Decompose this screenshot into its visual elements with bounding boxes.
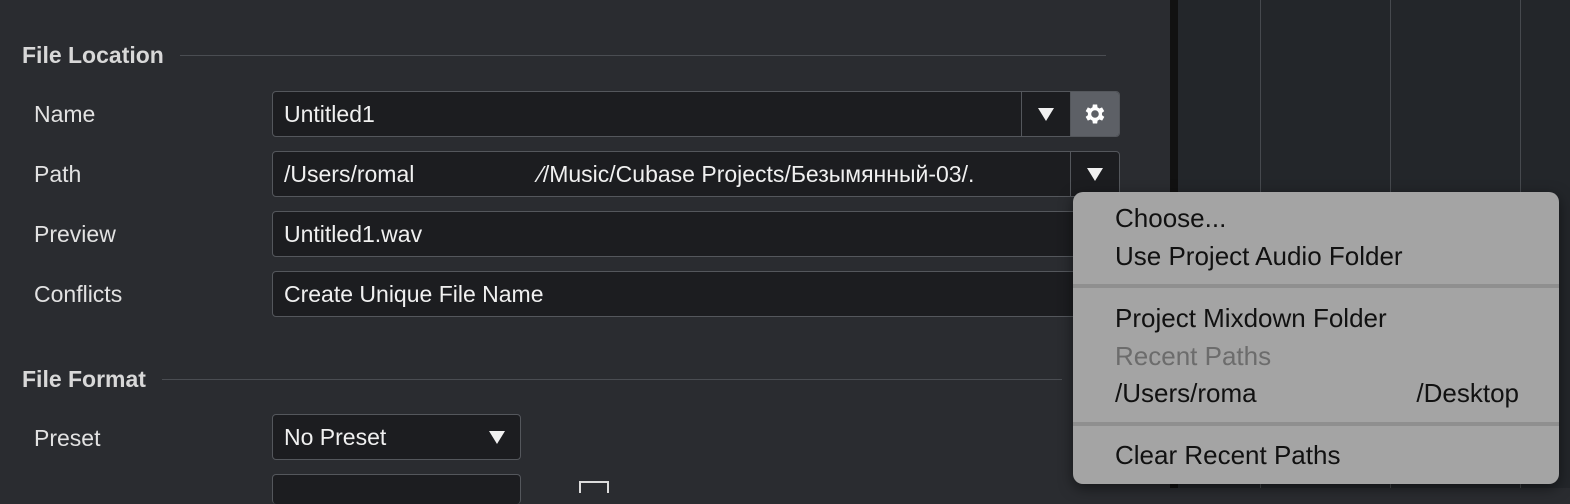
conflicts-value[interactable]: Create Unique File Name — [273, 281, 1119, 308]
path-label: Path — [34, 160, 82, 187]
name-value[interactable]: Untitled1 — [273, 101, 1021, 128]
menu-separator — [1073, 284, 1559, 288]
path-dropdown-menu: Choose... Use Project Audio Folder Proje… — [1073, 192, 1559, 484]
path-dropdown-button[interactable] — [1070, 152, 1119, 196]
menu-header-recent-paths: Recent Paths — [1115, 340, 1272, 371]
triangle-down-icon — [489, 431, 505, 444]
path-value-end: ⁄/Music/Cubase Projects/Безымянный-03/. — [539, 160, 975, 187]
menu-item-use-project-audio-folder[interactable]: Use Project Audio Folder — [1115, 238, 1403, 274]
conflicts-select[interactable]: Create Unique File Name — [272, 271, 1120, 317]
name-settings-button[interactable] — [1070, 92, 1119, 136]
file-location-header: File Location — [22, 40, 1106, 70]
menu-item-project-mixdown-folder[interactable]: Project Mixdown Folder — [1115, 300, 1387, 336]
name-field[interactable]: Untitled1 — [272, 91, 1120, 137]
menu-item-recent-path[interactable]: /Users/roma /Desktop — [1115, 375, 1519, 411]
path-value-start: /Users/romal — [284, 160, 415, 187]
file-format-header: File Format — [22, 364, 1062, 394]
menu-separator — [1073, 422, 1559, 426]
section-title: File Format — [22, 365, 146, 392]
conflicts-label: Conflicts — [34, 280, 123, 307]
section-divider — [179, 54, 1106, 56]
section-title: File Location — [22, 41, 164, 68]
preview-value: Untitled1.wav — [284, 220, 423, 247]
preset-label: Preset — [34, 424, 101, 451]
recent-path-end: /Desktop — [1416, 377, 1519, 408]
preview-label: Preview — [34, 220, 116, 247]
preset-value[interactable]: No Preset — [273, 424, 488, 451]
menu-item-clear-recent-paths[interactable]: Clear Recent Paths — [1115, 437, 1340, 473]
preview-field: Untitled1.wav — [272, 211, 1120, 257]
section-divider — [161, 378, 1062, 380]
checkbox[interactable] — [579, 481, 609, 493]
triangle-down-icon — [1038, 108, 1054, 121]
triangle-down-icon — [1087, 168, 1103, 181]
path-field[interactable]: /Users/romal ⁄/Music/Cubase Projects/Без… — [272, 151, 1120, 197]
recent-path-start: /Users/roma — [1115, 377, 1257, 408]
menu-item-choose[interactable]: Choose... — [1115, 200, 1226, 236]
preset-select[interactable]: No Preset — [272, 414, 521, 460]
name-label: Name — [34, 100, 96, 127]
next-select[interactable] — [272, 474, 521, 504]
name-dropdown-button[interactable] — [1021, 92, 1070, 136]
path-value[interactable]: /Users/romal ⁄/Music/Cubase Projects/Без… — [273, 161, 1070, 188]
gear-icon — [1085, 104, 1105, 124]
